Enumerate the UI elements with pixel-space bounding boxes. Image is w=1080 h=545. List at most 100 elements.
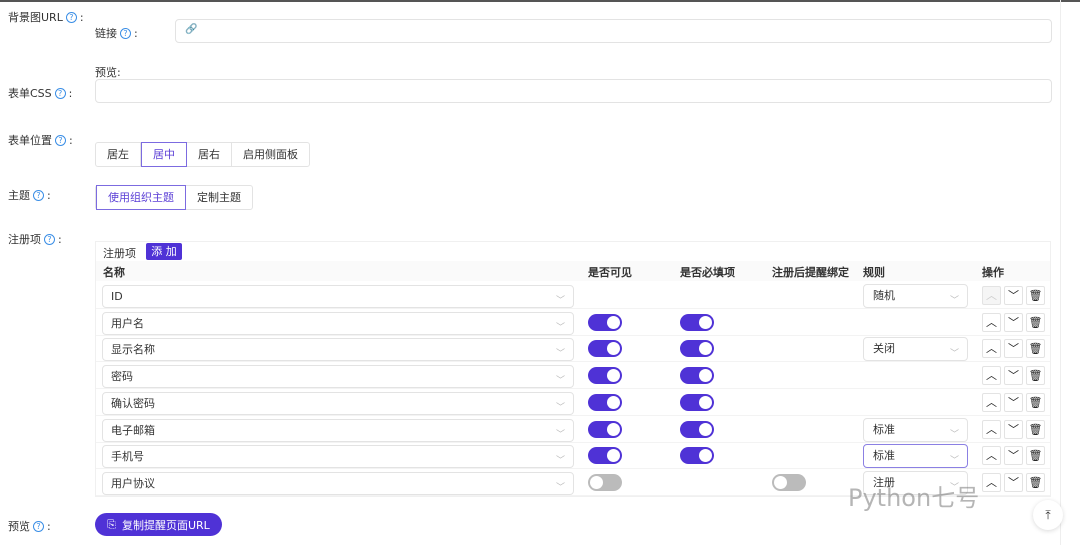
move-up-button[interactable]: ︿	[982, 446, 1001, 466]
delete-button[interactable]: 🗑	[1026, 472, 1045, 492]
move-down-button[interactable]: ﹀	[1004, 312, 1023, 332]
rule-select[interactable]: 标准 ﹀	[863, 417, 968, 442]
name-select[interactable]: ID ﹀	[102, 285, 574, 308]
copy-url-button[interactable]: ⎘ 复制提醒页面URL	[95, 513, 222, 536]
move-down-button[interactable]: ﹀	[1004, 472, 1023, 492]
form-css-input[interactable]	[95, 79, 1052, 103]
label-text: 表单CSS	[8, 87, 52, 100]
theme-org[interactable]: 使用组织主题	[96, 185, 186, 210]
required-toggle[interactable]	[680, 447, 714, 465]
link-icon: 🔗	[185, 24, 198, 35]
move-up-button[interactable]: ︿	[982, 286, 1001, 305]
delete-button[interactable]: 🗑	[1026, 446, 1045, 466]
delete-button[interactable]: 🗑	[1026, 392, 1045, 412]
name-value: ID	[111, 290, 123, 303]
move-up-button[interactable]: ︿	[982, 419, 1001, 439]
label-theme: 主题?:	[8, 187, 51, 203]
name-select[interactable]: 电子邮箱 ﹀	[102, 418, 574, 442]
position-center[interactable]: 居中	[141, 142, 187, 167]
colon: :	[58, 232, 62, 246]
delete-button[interactable]: 🗑	[1026, 312, 1045, 332]
name-value: 用户协议	[111, 476, 155, 490]
back-to-top-button[interactable]: ⤒	[1033, 500, 1063, 530]
help-icon[interactable]: ?	[33, 520, 44, 532]
visible-toggle[interactable]	[588, 367, 622, 385]
move-up-button[interactable]: ︿	[982, 392, 1001, 412]
help-icon[interactable]: ?	[54, 87, 66, 99]
visible-toggle[interactable]	[588, 420, 622, 438]
move-down-button[interactable]: ﹀	[1004, 339, 1023, 359]
name-value: 电子邮箱	[111, 423, 155, 437]
required-toggle[interactable]	[680, 420, 714, 438]
col-name: 名称	[103, 266, 125, 279]
name-select[interactable]: 确认密码 ﹀	[102, 391, 574, 415]
move-down-button[interactable]: ﹀	[1004, 419, 1023, 439]
rule-select[interactable]: 关闭 ﹀	[863, 337, 968, 362]
move-up-button[interactable]: ︿	[982, 339, 1001, 359]
required-toggle[interactable]	[680, 313, 714, 331]
name-select[interactable]: 密码 ﹀	[102, 365, 574, 389]
help-icon[interactable]: ?	[120, 27, 131, 39]
label-link: 链接?:	[95, 25, 138, 41]
colon: :	[69, 133, 73, 147]
preview-label: 预览:	[95, 66, 121, 79]
rule-value: 关闭	[873, 342, 895, 356]
col-rule: 规则	[863, 266, 885, 279]
help-icon[interactable]: ?	[33, 189, 44, 201]
bind-toggle[interactable]	[772, 473, 806, 491]
chevron-down-icon: ﹀	[555, 482, 565, 493]
required-toggle[interactable]	[680, 367, 714, 385]
position-side-panel[interactable]: 启用侧面板	[232, 143, 309, 166]
visible-toggle[interactable]	[588, 473, 622, 491]
move-up-button[interactable]: ︿	[982, 312, 1001, 332]
move-up-button[interactable]: ︿	[982, 366, 1001, 386]
position-right[interactable]: 居右	[187, 143, 232, 166]
move-down-button[interactable]: ﹀	[1004, 392, 1023, 412]
label-form-css: 表单CSS?:	[8, 85, 72, 101]
label-text: 背景图URL	[8, 11, 63, 24]
help-icon[interactable]: ?	[65, 11, 77, 23]
delete-button[interactable]: 🗑	[1026, 339, 1045, 359]
help-icon[interactable]: ?	[44, 233, 55, 245]
label-form-position: 表单位置?:	[8, 132, 73, 148]
name-select[interactable]: 用户名 ﹀	[102, 311, 574, 335]
name-value: 用户名	[111, 316, 144, 330]
delete-button[interactable]: 🗑	[1026, 286, 1045, 305]
col-bind: 注册后提醒绑定	[772, 266, 849, 279]
visible-toggle[interactable]	[588, 393, 622, 411]
required-toggle[interactable]	[680, 393, 714, 411]
chevron-down-icon: ﹀	[949, 429, 959, 440]
move-down-button[interactable]: ﹀	[1004, 446, 1023, 466]
name-select[interactable]: 手机号 ﹀	[102, 445, 574, 469]
label-bg-url: 背景图URL?:	[8, 9, 84, 25]
help-icon[interactable]: ?	[55, 134, 66, 146]
rule-value: 随机	[873, 289, 895, 302]
rule-select[interactable]: 标准 ﹀	[863, 444, 968, 469]
name-select[interactable]: 显示名称 ﹀	[102, 338, 574, 362]
visible-toggle[interactable]	[588, 313, 622, 331]
table-row: ID ﹀ 随机 ﹀ ︿ ﹀ 🗑	[96, 283, 1050, 309]
rule-value: 标准	[873, 449, 895, 463]
visible-toggle[interactable]	[588, 340, 622, 358]
position-left[interactable]: 居左	[96, 143, 141, 166]
top-border	[0, 0, 1080, 2]
delete-button[interactable]: 🗑	[1026, 419, 1045, 439]
table-row: 显示名称 ﹀ 关闭 ﹀ ︿ ﹀ 🗑	[96, 336, 1050, 363]
visible-toggle[interactable]	[588, 447, 622, 465]
move-down-button[interactable]: ﹀	[1004, 366, 1023, 386]
table-row: 手机号 ﹀ 标准 ﹀ ︿ ﹀ 🗑	[96, 443, 1050, 470]
col-required: 是否必填项	[680, 266, 735, 279]
name-value: 确认密码	[111, 396, 155, 410]
move-up-button[interactable]: ︿	[982, 472, 1001, 492]
delete-button[interactable]: 🗑	[1026, 366, 1045, 386]
theme-custom[interactable]: 定制主题	[186, 186, 252, 209]
copy-button-label: 复制提醒页面URL	[121, 518, 210, 532]
required-toggle[interactable]	[680, 340, 714, 358]
col-actions: 操作	[982, 266, 1004, 279]
table-title: 注册项	[103, 247, 136, 260]
rule-select[interactable]: 随机 ﹀	[863, 284, 968, 308]
name-select[interactable]: 用户协议 ﹀	[102, 471, 574, 495]
link-input[interactable]: 🔗	[175, 19, 1052, 43]
move-down-button[interactable]: ﹀	[1004, 286, 1023, 305]
add-button[interactable]: 添 加	[146, 243, 182, 260]
